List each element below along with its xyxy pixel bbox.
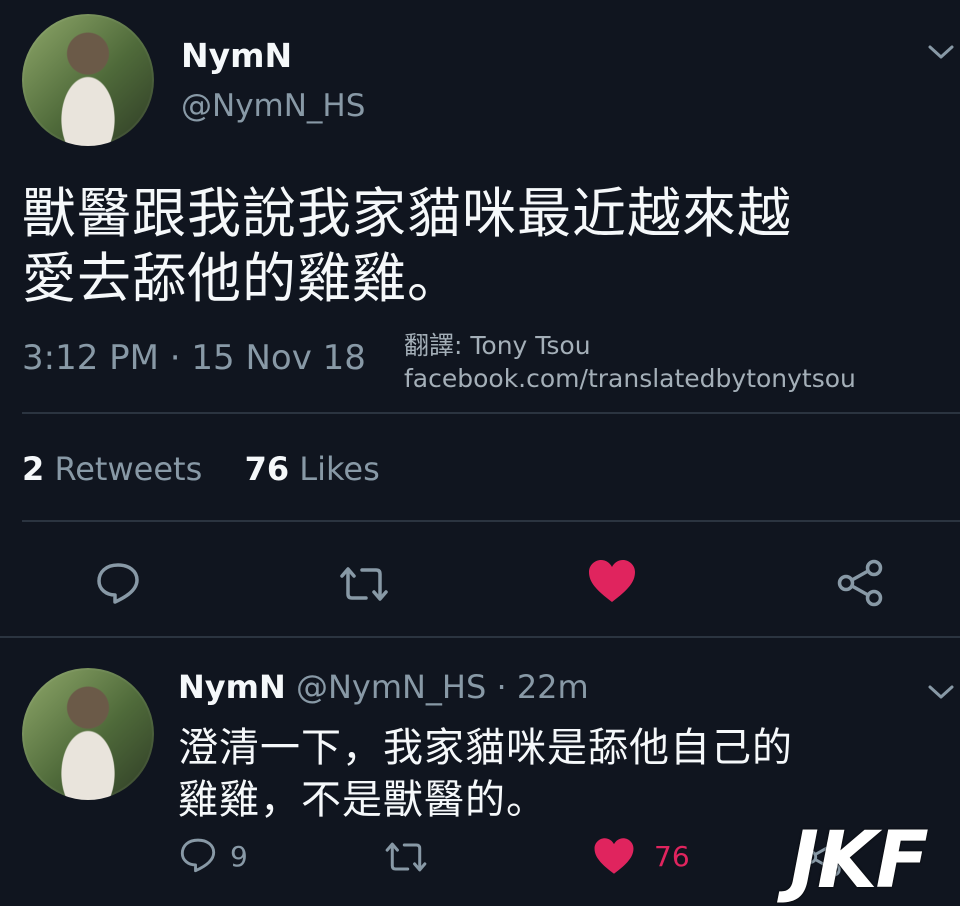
tweet-stats: 2 Retweets 76 Likes — [22, 450, 380, 488]
reply-like-count[interactable]: 76 — [654, 840, 690, 873]
user-handle[interactable]: @NymN_HS — [181, 88, 365, 124]
likes-label[interactable]: Likes — [299, 450, 379, 488]
reply-text: 澄清一下，我家貓咪是舔他自己的 雞雞，不是獸醫的。 — [178, 722, 793, 826]
display-name[interactable]: NymN — [181, 36, 292, 75]
reply-avatar[interactable] — [22, 668, 154, 800]
reply-handle-time[interactable]: @NymN_HS · 22m — [296, 668, 589, 706]
translation-credit: 翻譯: Tony Tsou — [404, 331, 591, 360]
reply-count[interactable]: 9 — [230, 840, 248, 873]
likes-count[interactable]: 76 — [245, 450, 290, 488]
reply-icon[interactable] — [178, 836, 218, 874]
divider — [0, 636, 960, 638]
jkf-watermark: JKF — [790, 816, 929, 906]
reply-text-line-2: 雞雞，不是獸醫的。 — [178, 777, 547, 823]
reply-header: NymN @NymN_HS · 22m — [178, 668, 589, 706]
share-icon[interactable] — [834, 558, 886, 608]
reply-text-line-1: 澄清一下，我家貓咪是舔他自己的 — [178, 725, 793, 771]
chevron-down-icon[interactable] — [926, 42, 956, 62]
divider — [22, 412, 960, 414]
tweet-text-line-1: 獸醫跟我說我家貓咪最近越來越 — [22, 182, 792, 245]
retweets-count[interactable]: 2 — [22, 450, 44, 488]
divider — [22, 520, 960, 522]
retweets-label[interactable]: Retweets — [54, 450, 202, 488]
reply-display-name[interactable]: NymN — [178, 668, 286, 706]
avatar[interactable] — [22, 14, 154, 146]
retweet-icon[interactable] — [336, 562, 392, 606]
heart-icon[interactable] — [586, 558, 638, 604]
tweet-text: 獸醫跟我說我家貓咪最近越來越 愛去舔他的雞雞。 — [22, 182, 792, 312]
heart-icon[interactable] — [592, 836, 636, 876]
chevron-down-icon[interactable] — [926, 682, 956, 702]
tweet-text-line-2: 愛去舔他的雞雞。 — [22, 246, 462, 310]
retweet-icon[interactable] — [382, 838, 430, 876]
translation-url: facebook.com/translatedbytonytsou — [404, 364, 856, 393]
tweet-timestamp[interactable]: 3:12 PM · 15 Nov 18 — [22, 338, 366, 378]
reply-icon[interactable] — [94, 560, 142, 606]
